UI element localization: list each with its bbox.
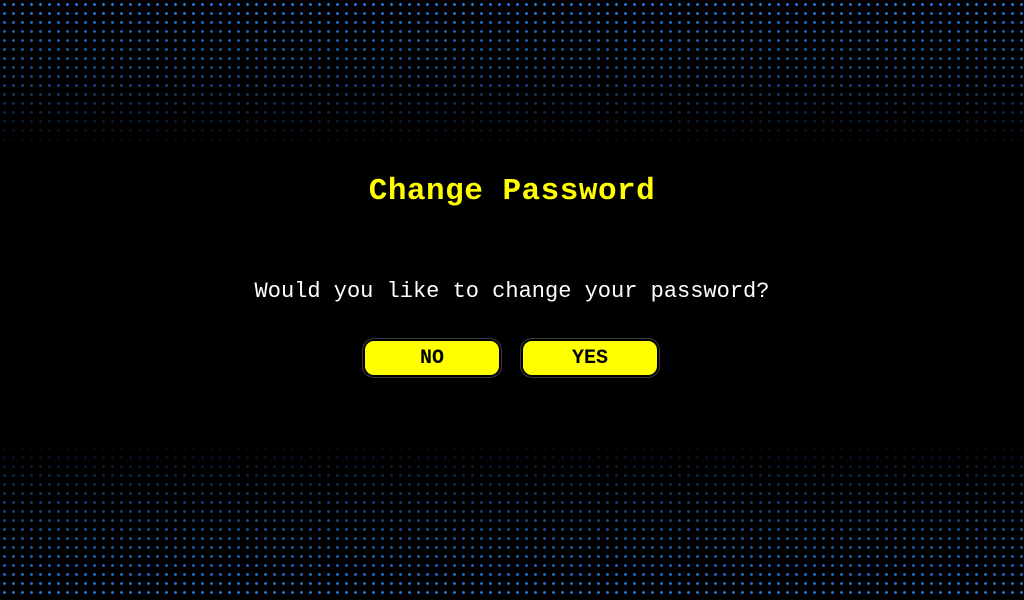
no-button[interactable]: NO bbox=[365, 341, 499, 375]
change-password-dialog: Change Password Would you like to change… bbox=[0, 0, 1024, 600]
yes-button[interactable]: YES bbox=[523, 341, 657, 375]
dialog-title: Change Password bbox=[368, 174, 656, 209]
dialog-message: Would you like to change your password? bbox=[254, 279, 770, 304]
screen: Change Password Would you like to change… bbox=[0, 0, 1024, 600]
